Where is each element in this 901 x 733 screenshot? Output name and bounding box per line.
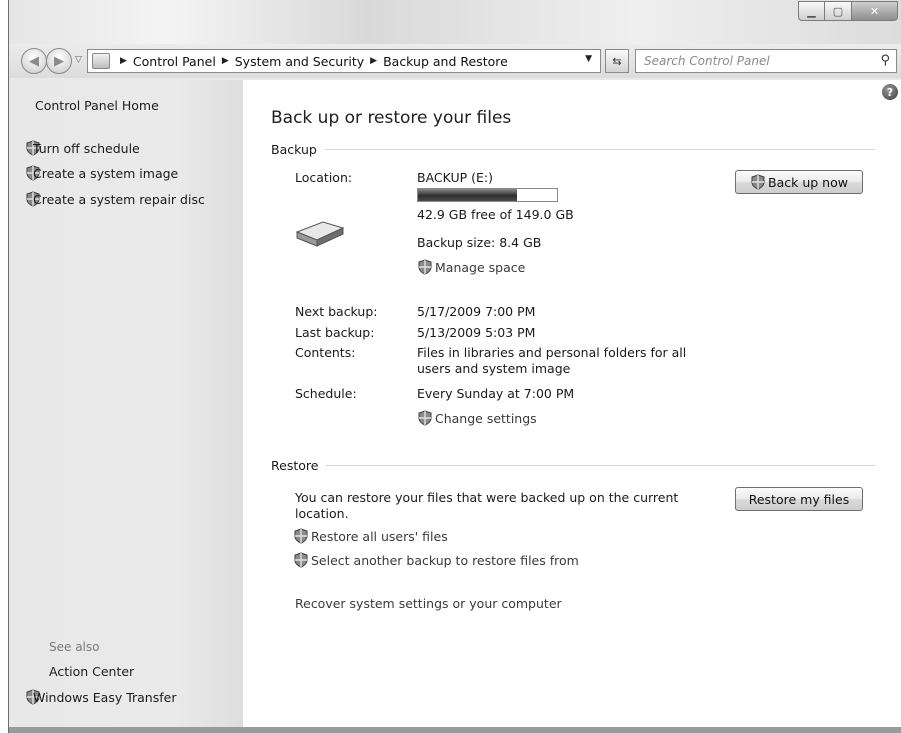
location-label: Location: xyxy=(295,170,353,185)
disk-usage-fill xyxy=(418,189,517,201)
turn-off-schedule-link[interactable]: Turn off schedule xyxy=(25,140,140,156)
section-divider xyxy=(326,465,875,466)
sidebar: Control Panel Home Turn off schedule Cre… xyxy=(9,80,243,727)
restore-section-header: Restore xyxy=(271,458,875,473)
page-title: Back up or restore your files xyxy=(271,108,512,128)
schedule-label: Schedule: xyxy=(295,386,357,401)
breadcrumb-control-panel[interactable]: Control Panel xyxy=(133,54,216,69)
shield-icon xyxy=(751,174,765,190)
breadcrumb-backup-and-restore[interactable]: Backup and Restore xyxy=(383,54,508,69)
breadcrumb-system-and-security[interactable]: System and Security xyxy=(235,54,364,69)
forward-button[interactable]: ▶ xyxy=(46,48,72,74)
breadcrumb-separator-icon[interactable]: ▶ xyxy=(222,56,229,66)
hard-drive-icon xyxy=(295,221,345,247)
title-bar: ▁ ▢ ✕ xyxy=(9,0,901,44)
search-box[interactable]: ⚲ xyxy=(635,49,897,73)
back-button[interactable]: ◀ xyxy=(21,48,47,74)
navigation-bar: ◀ ▶ ▽ ▶ Control Panel ▶ System and Secur… xyxy=(9,44,901,78)
search-input[interactable] xyxy=(644,54,864,68)
restore-my-files-button[interactable]: Restore my files xyxy=(735,487,863,511)
contents-label: Contents: xyxy=(295,345,356,360)
breadcrumb-separator-icon[interactable]: ▶ xyxy=(370,56,377,66)
backup-size-text: Backup size: 8.4 GB xyxy=(417,235,542,250)
sidebar-task-label: Create a system repair disc xyxy=(33,191,205,207)
main-content: ? Back up or restore your files Backup L… xyxy=(243,80,901,727)
next-backup-value: 5/17/2009 7:00 PM xyxy=(417,304,536,319)
manage-space-label: Manage space xyxy=(435,259,526,275)
contents-value: Files in libraries and personal folders … xyxy=(417,345,687,376)
help-icon: ? xyxy=(886,85,894,99)
shield-icon xyxy=(294,552,308,568)
minimize-button[interactable]: ▁ xyxy=(798,1,825,21)
action-center-link[interactable]: Action Center xyxy=(49,664,134,679)
maximize-icon: ▢ xyxy=(832,4,844,18)
shield-icon xyxy=(294,528,308,544)
sidebar-task-label: Create a system image xyxy=(33,165,179,181)
schedule-value: Every Sunday at 7:00 PM xyxy=(417,386,575,401)
back-up-now-button[interactable]: Back up now xyxy=(735,170,863,194)
back-arrow-icon: ◀ xyxy=(29,53,39,69)
backup-restore-window: ▁ ▢ ✕ ◀ ▶ ▽ ▶ Control Panel ▶ System and… xyxy=(8,0,901,733)
free-space-text: 42.9 GB free of 149.0 GB xyxy=(417,207,574,222)
create-system-repair-disc-link[interactable]: Create a system repair disc xyxy=(25,191,205,207)
last-backup-label: Last backup: xyxy=(295,325,375,340)
change-settings-link[interactable]: Change settings xyxy=(417,410,537,426)
shield-icon xyxy=(418,410,432,426)
control-panel-icon xyxy=(92,53,110,69)
refresh-icon: ⇆ xyxy=(612,54,622,68)
address-dropdown-icon[interactable]: ▼ xyxy=(585,54,592,64)
manage-space-link[interactable]: Manage space xyxy=(417,259,525,275)
sidebar-task-label: Turn off schedule xyxy=(33,140,140,156)
windows-easy-transfer-link[interactable]: Windows Easy Transfer xyxy=(25,689,176,705)
restore-all-users-files-link[interactable]: Restore all users' files xyxy=(293,528,448,544)
sidebar-link-label: Windows Easy Transfer xyxy=(33,689,177,705)
restore-heading: Restore xyxy=(271,458,319,473)
address-bar[interactable]: ▶ Control Panel ▶ System and Security ▶ … xyxy=(87,49,601,73)
help-button[interactable]: ? xyxy=(882,84,898,100)
close-icon: ✕ xyxy=(869,4,880,18)
create-system-image-link[interactable]: Create a system image xyxy=(25,165,178,181)
change-settings-label: Change settings xyxy=(435,410,537,426)
control-panel-home-link[interactable]: Control Panel Home xyxy=(35,98,159,113)
minimize-icon: ▁ xyxy=(807,4,816,18)
search-icon[interactable]: ⚲ xyxy=(880,53,890,68)
select-another-backup-link[interactable]: Select another backup to restore files f… xyxy=(293,552,579,568)
recent-pages-dropdown[interactable]: ▽ xyxy=(75,55,82,65)
breadcrumb-separator-icon[interactable]: ▶ xyxy=(120,56,127,66)
window-controls: ▁ ▢ ✕ xyxy=(798,1,898,21)
backup-heading: Backup xyxy=(271,142,317,157)
disk-usage-bar xyxy=(417,188,558,202)
close-button[interactable]: ✕ xyxy=(852,1,898,21)
select-another-backup-label: Select another backup to restore files f… xyxy=(311,552,579,568)
back-up-now-label: Back up now xyxy=(768,174,848,190)
backup-section-header: Backup xyxy=(271,142,875,157)
forward-arrow-icon: ▶ xyxy=(54,53,64,69)
section-divider xyxy=(324,149,875,150)
recover-system-settings-link[interactable]: Recover system settings or your computer xyxy=(295,596,562,611)
last-backup-value: 5/13/2009 5:03 PM xyxy=(417,325,536,340)
restore-all-users-files-label: Restore all users' files xyxy=(311,528,448,544)
refresh-button[interactable]: ⇆ xyxy=(605,49,629,73)
restore-description: You can restore your files that were bac… xyxy=(295,490,679,521)
chevron-down-icon: ▽ xyxy=(75,55,82,65)
window-bottom-edge xyxy=(9,727,901,733)
shield-icon xyxy=(418,259,432,275)
restore-my-files-label: Restore my files xyxy=(748,491,850,507)
see-also-heading: See also xyxy=(49,640,100,654)
maximize-button[interactable]: ▢ xyxy=(825,1,852,21)
location-value: BACKUP (E:) xyxy=(417,170,494,185)
next-backup-label: Next backup: xyxy=(295,304,378,319)
